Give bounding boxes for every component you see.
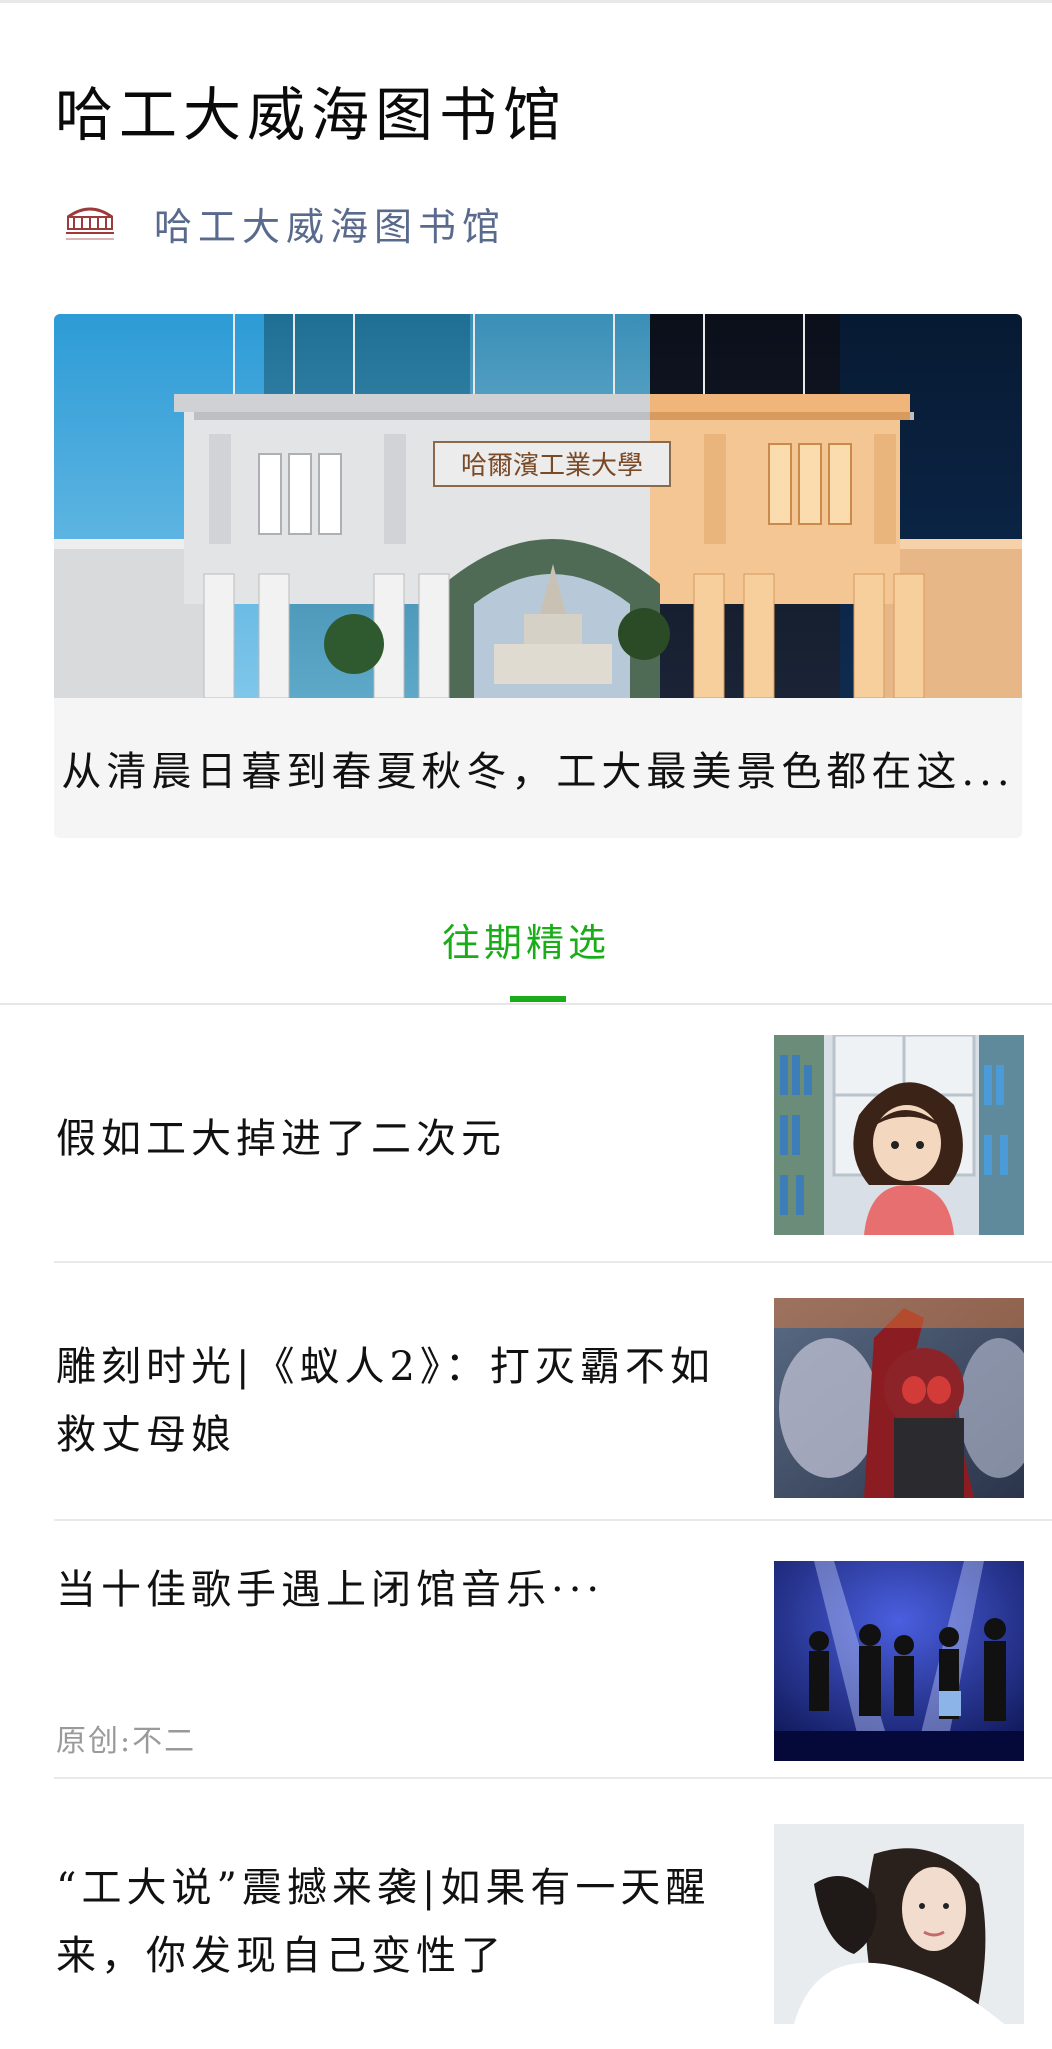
actress-portrait-thumbnail xyxy=(774,1824,1024,2024)
account-name[interactable]: 哈工大威海图书馆 xyxy=(154,196,506,251)
top-border xyxy=(0,0,1052,3)
featured-article-card[interactable]: 哈爾濱工業大學 从清晨日暮到春夏秋冬，工大最美景色都在这... xyxy=(54,314,1022,838)
anime-girl-library-thumbnail xyxy=(774,1035,1024,1235)
antman-movie-thumbnail xyxy=(774,1298,1024,1498)
account-row[interactable]: 哈工大威海图书馆 xyxy=(60,193,506,253)
featured-article-caption[interactable]: 从清晨日暮到春夏秋冬，工大最美景色都在这... xyxy=(54,698,1022,838)
concert-stage-thumbnail xyxy=(774,1561,1024,1761)
article-title[interactable]: “工大说”震撼来袭|如果有一天醒来，你发现自己变性了 xyxy=(56,1854,756,1990)
tab-past-selections[interactable]: 往期精选 xyxy=(0,912,1052,967)
article-author: 原创:不二 xyxy=(56,1724,197,1759)
article-title[interactable]: 假如工大掉进了二次元 xyxy=(56,1105,756,1173)
article-item[interactable]: 当十佳歌手遇上闭馆音乐··· 原创:不二 xyxy=(54,1521,1052,1783)
page-title: 哈工大威海图书馆 xyxy=(55,81,568,149)
article-title[interactable]: 雕刻时光|《蚁人2》：打灭霸不如救丈母娘 xyxy=(56,1333,756,1469)
campus-gate-image: 哈爾濱工業大學 xyxy=(54,314,1022,699)
article-item[interactable]: 雕刻时光|《蚁人2》：打灭霸不如救丈母娘 xyxy=(54,1263,1052,1525)
library-logo-icon xyxy=(60,197,120,249)
article-title[interactable]: 当十佳歌手遇上闭馆音乐··· xyxy=(56,1556,756,1624)
article-item[interactable]: “工大说”震撼来袭|如果有一天醒来，你发现自己变性了 xyxy=(54,1779,1052,2041)
active-tab-indicator xyxy=(510,996,566,1002)
article-item[interactable]: 假如工大掉进了二次元 xyxy=(54,1005,1052,1267)
gate-sign-text: 哈爾濱工業大學 xyxy=(461,451,643,481)
